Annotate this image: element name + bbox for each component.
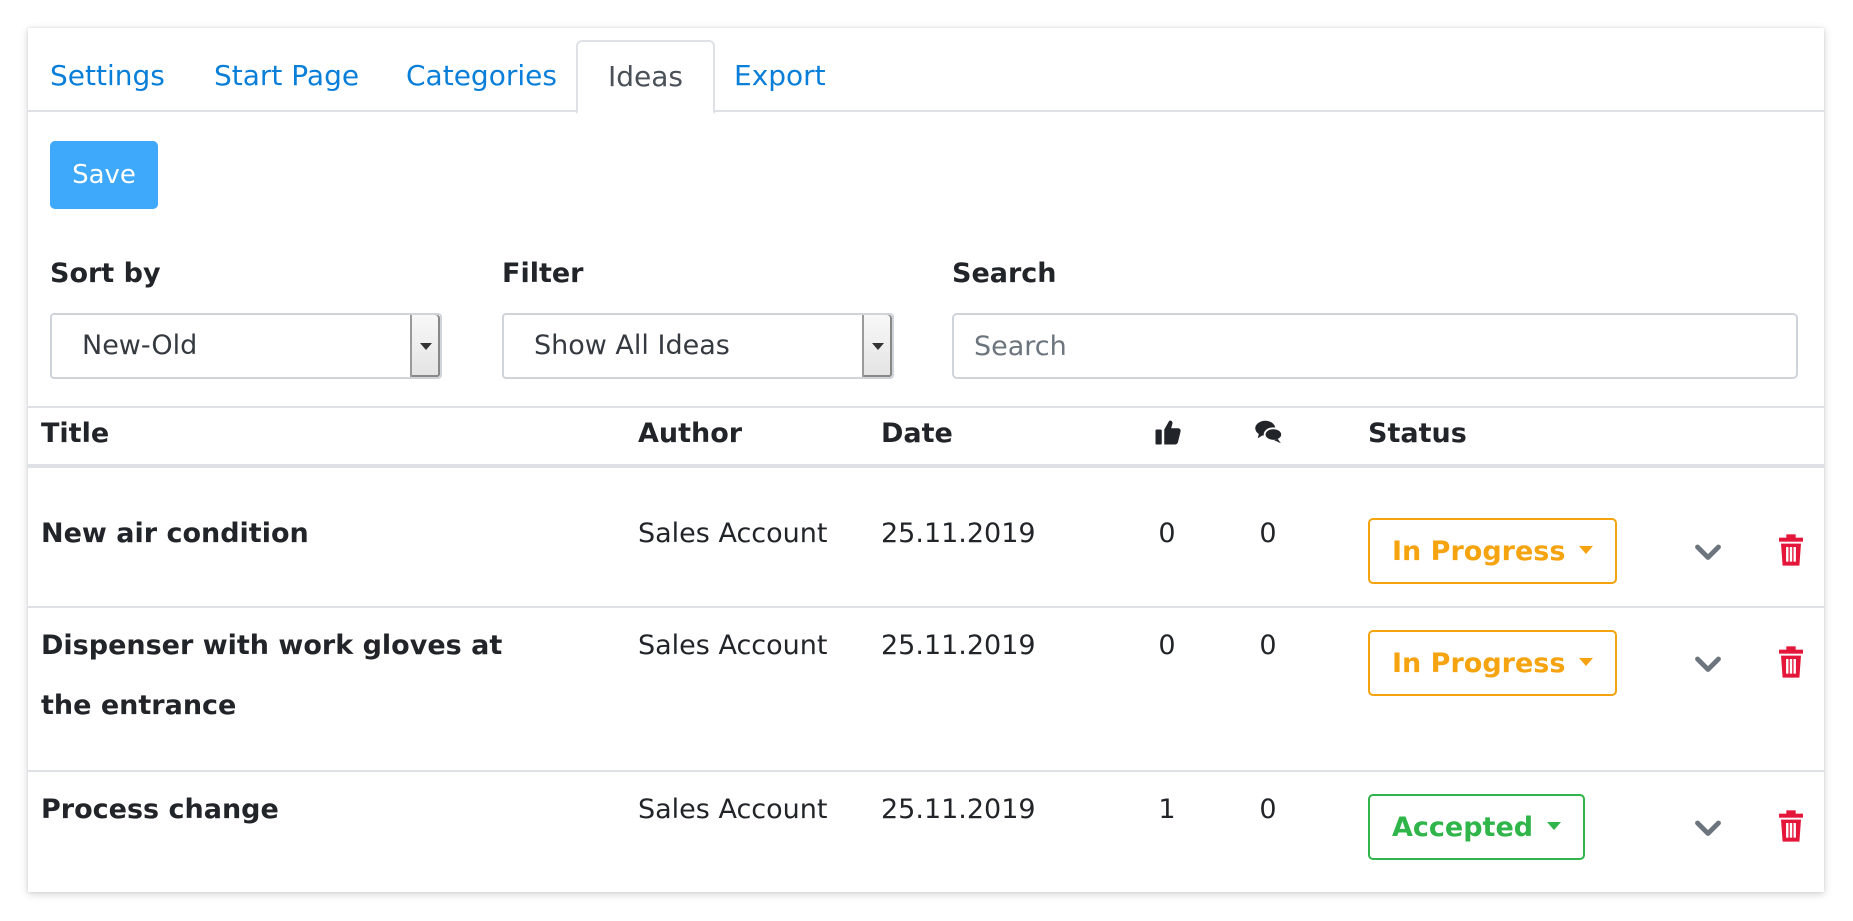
tab-export[interactable]: Export xyxy=(734,40,826,112)
row-title: New air condition xyxy=(41,518,309,549)
table-header-border xyxy=(28,464,1824,468)
tab-settings[interactable]: Settings xyxy=(50,40,165,112)
tab-ideas[interactable]: Ideas xyxy=(576,40,716,114)
status-dropdown[interactable]: Accepted xyxy=(1368,794,1586,860)
header-title: Title xyxy=(41,418,110,449)
chevron-down-icon[interactable] xyxy=(1690,535,1726,571)
sort-by-label: Sort by xyxy=(50,258,161,289)
sort-select-arrow[interactable] xyxy=(410,315,440,377)
row-title: Dispenser with work gloves at the entran… xyxy=(41,630,503,721)
row-date: 25.11.2019 xyxy=(881,630,1036,661)
tab-start-page[interactable]: Start Page xyxy=(214,40,359,112)
row-likes: 0 xyxy=(1158,518,1176,549)
ideas-admin-panel: Settings Start Page Categories Ideas Exp… xyxy=(28,28,1824,892)
row-date: 25.11.2019 xyxy=(881,794,1036,825)
caret-down-icon xyxy=(1579,546,1594,554)
tab-categories[interactable]: Categories xyxy=(406,40,557,112)
row-likes: 0 xyxy=(1158,630,1176,661)
row-comments: 0 xyxy=(1259,518,1277,549)
trash-icon[interactable] xyxy=(1775,533,1807,569)
status-label: Accepted xyxy=(1392,811,1534,843)
trash-icon[interactable] xyxy=(1775,809,1807,845)
row-likes: 1 xyxy=(1158,794,1176,825)
filter-select[interactable]: Show All Ideas xyxy=(502,313,894,379)
header-status: Status xyxy=(1368,418,1467,449)
sort-select[interactable]: New-Old xyxy=(50,313,442,379)
status-dropdown[interactable]: In Progress xyxy=(1368,630,1618,696)
row-author: Sales Account xyxy=(638,794,828,825)
thumbs-up-icon xyxy=(1155,420,1181,445)
row-title: Process change xyxy=(41,794,279,825)
status-dropdown[interactable]: In Progress xyxy=(1368,518,1618,584)
comments-icon xyxy=(1255,420,1284,444)
search-input[interactable] xyxy=(952,313,1798,379)
row-comments: 0 xyxy=(1259,794,1277,825)
search-label: Search xyxy=(952,258,1057,289)
caret-down-icon xyxy=(1579,658,1594,666)
status-label: In Progress xyxy=(1392,535,1566,567)
tab-bar: Settings Start Page Categories Ideas Exp… xyxy=(28,28,1824,114)
filter-select-arrow[interactable] xyxy=(862,315,892,377)
filter-label: Filter xyxy=(502,258,584,289)
save-button[interactable]: Save xyxy=(50,141,158,209)
trash-icon[interactable] xyxy=(1775,645,1807,681)
sort-select-value: New-Old xyxy=(82,330,198,361)
caret-down-icon xyxy=(1547,822,1562,830)
row-author: Sales Account xyxy=(638,630,828,661)
header-date: Date xyxy=(881,418,953,449)
chevron-down-icon[interactable] xyxy=(1690,811,1726,847)
filter-select-value: Show All Ideas xyxy=(534,330,730,361)
row-date: 25.11.2019 xyxy=(881,518,1036,549)
row-author: Sales Account xyxy=(638,518,828,549)
header-author: Author xyxy=(638,418,743,449)
row-divider xyxy=(28,606,1824,608)
row-comments: 0 xyxy=(1259,630,1277,661)
row-divider xyxy=(28,770,1824,772)
chevron-down-icon[interactable] xyxy=(1690,647,1726,683)
status-label: In Progress xyxy=(1392,647,1566,679)
